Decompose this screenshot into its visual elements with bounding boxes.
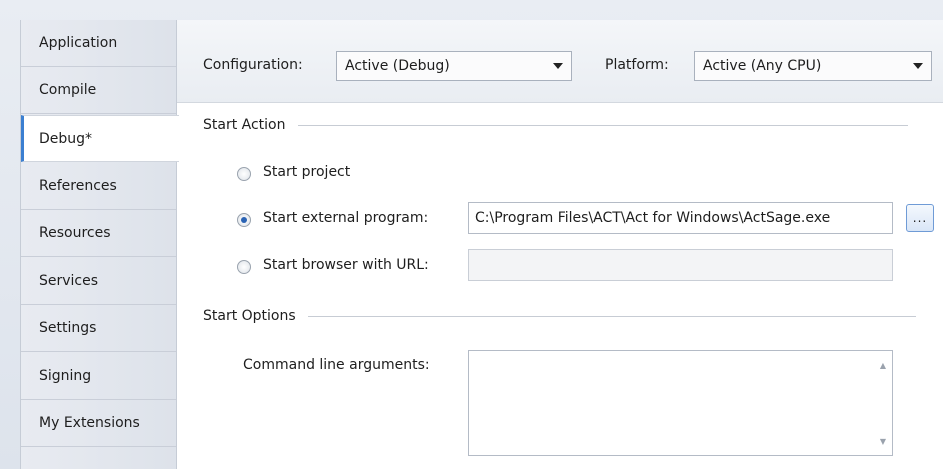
browser-url-field[interactable] [468,249,893,281]
project-properties-window: Application Compile Debug* References Re… [0,0,943,469]
tab-application[interactable]: Application [21,20,177,67]
tab-label: Compile [39,82,97,98]
tab-label: Signing [39,368,92,384]
debug-page: Configuration: Active (Debug) Platform: … [176,20,943,469]
platform-value: Active (Any CPU) [703,58,822,74]
command-line-arguments-field[interactable]: ▲ ▼ [468,350,893,456]
chevron-down-icon [913,63,923,69]
start-browser-url-label: Start browser with URL: [263,257,429,273]
start-project-label: Start project [263,164,351,180]
platform-dropdown[interactable]: Active (Any CPU) [694,51,932,81]
property-tabs: Application Compile Debug* References Re… [20,20,179,469]
configuration-toolbar: Configuration: Active (Debug) Platform: … [177,20,943,103]
tab-my-extensions[interactable]: My Extensions [21,400,177,447]
tab-signing[interactable]: Signing [21,353,177,400]
platform-label: Platform: [605,57,669,73]
ellipsis-icon: ... [912,211,928,225]
chevron-down-icon [553,63,563,69]
scroll-up-icon[interactable]: ▲ [878,361,888,371]
tab-settings[interactable]: Settings [21,305,177,352]
tab-debug[interactable]: Debug* [21,115,179,162]
external-program-path-value: C:\Program Files\ACT\Act for Windows\Act… [475,210,831,226]
start-browser-url-radio[interactable] [237,260,251,274]
tab-label: Services [39,273,99,289]
external-program-path-field[interactable]: C:\Program Files\ACT\Act for Windows\Act… [468,202,893,234]
tab-label: Resources [39,225,111,241]
command-line-arguments-label: Command line arguments: [243,357,430,373]
start-external-program-radio[interactable] [237,213,251,227]
start-action-heading: Start Action [203,117,286,133]
tab-label: Settings [39,320,97,336]
tab-label: My Extensions [39,415,140,431]
start-action-section-header: Start Action [203,117,908,133]
start-options-heading: Start Options [203,308,296,324]
tab-compile[interactable]: Compile [21,67,177,114]
section-divider [307,315,916,317]
tab-references[interactable]: References [21,163,177,210]
tab-label: Debug* [39,130,93,147]
start-options-section-header: Start Options [203,308,916,324]
section-divider [297,124,908,126]
configuration-dropdown[interactable]: Active (Debug) [336,51,572,81]
tab-label: References [39,178,117,194]
configuration-value: Active (Debug) [345,58,450,74]
configuration-label: Configuration: [203,57,303,73]
scroll-down-icon[interactable]: ▼ [878,437,888,447]
tab-label: Application [39,35,118,51]
start-external-program-label: Start external program: [263,210,429,226]
start-project-radio[interactable] [237,167,251,181]
tab-services[interactable]: Services [21,258,177,305]
browse-button[interactable]: ... [906,204,934,232]
tab-resources[interactable]: Resources [21,210,177,257]
